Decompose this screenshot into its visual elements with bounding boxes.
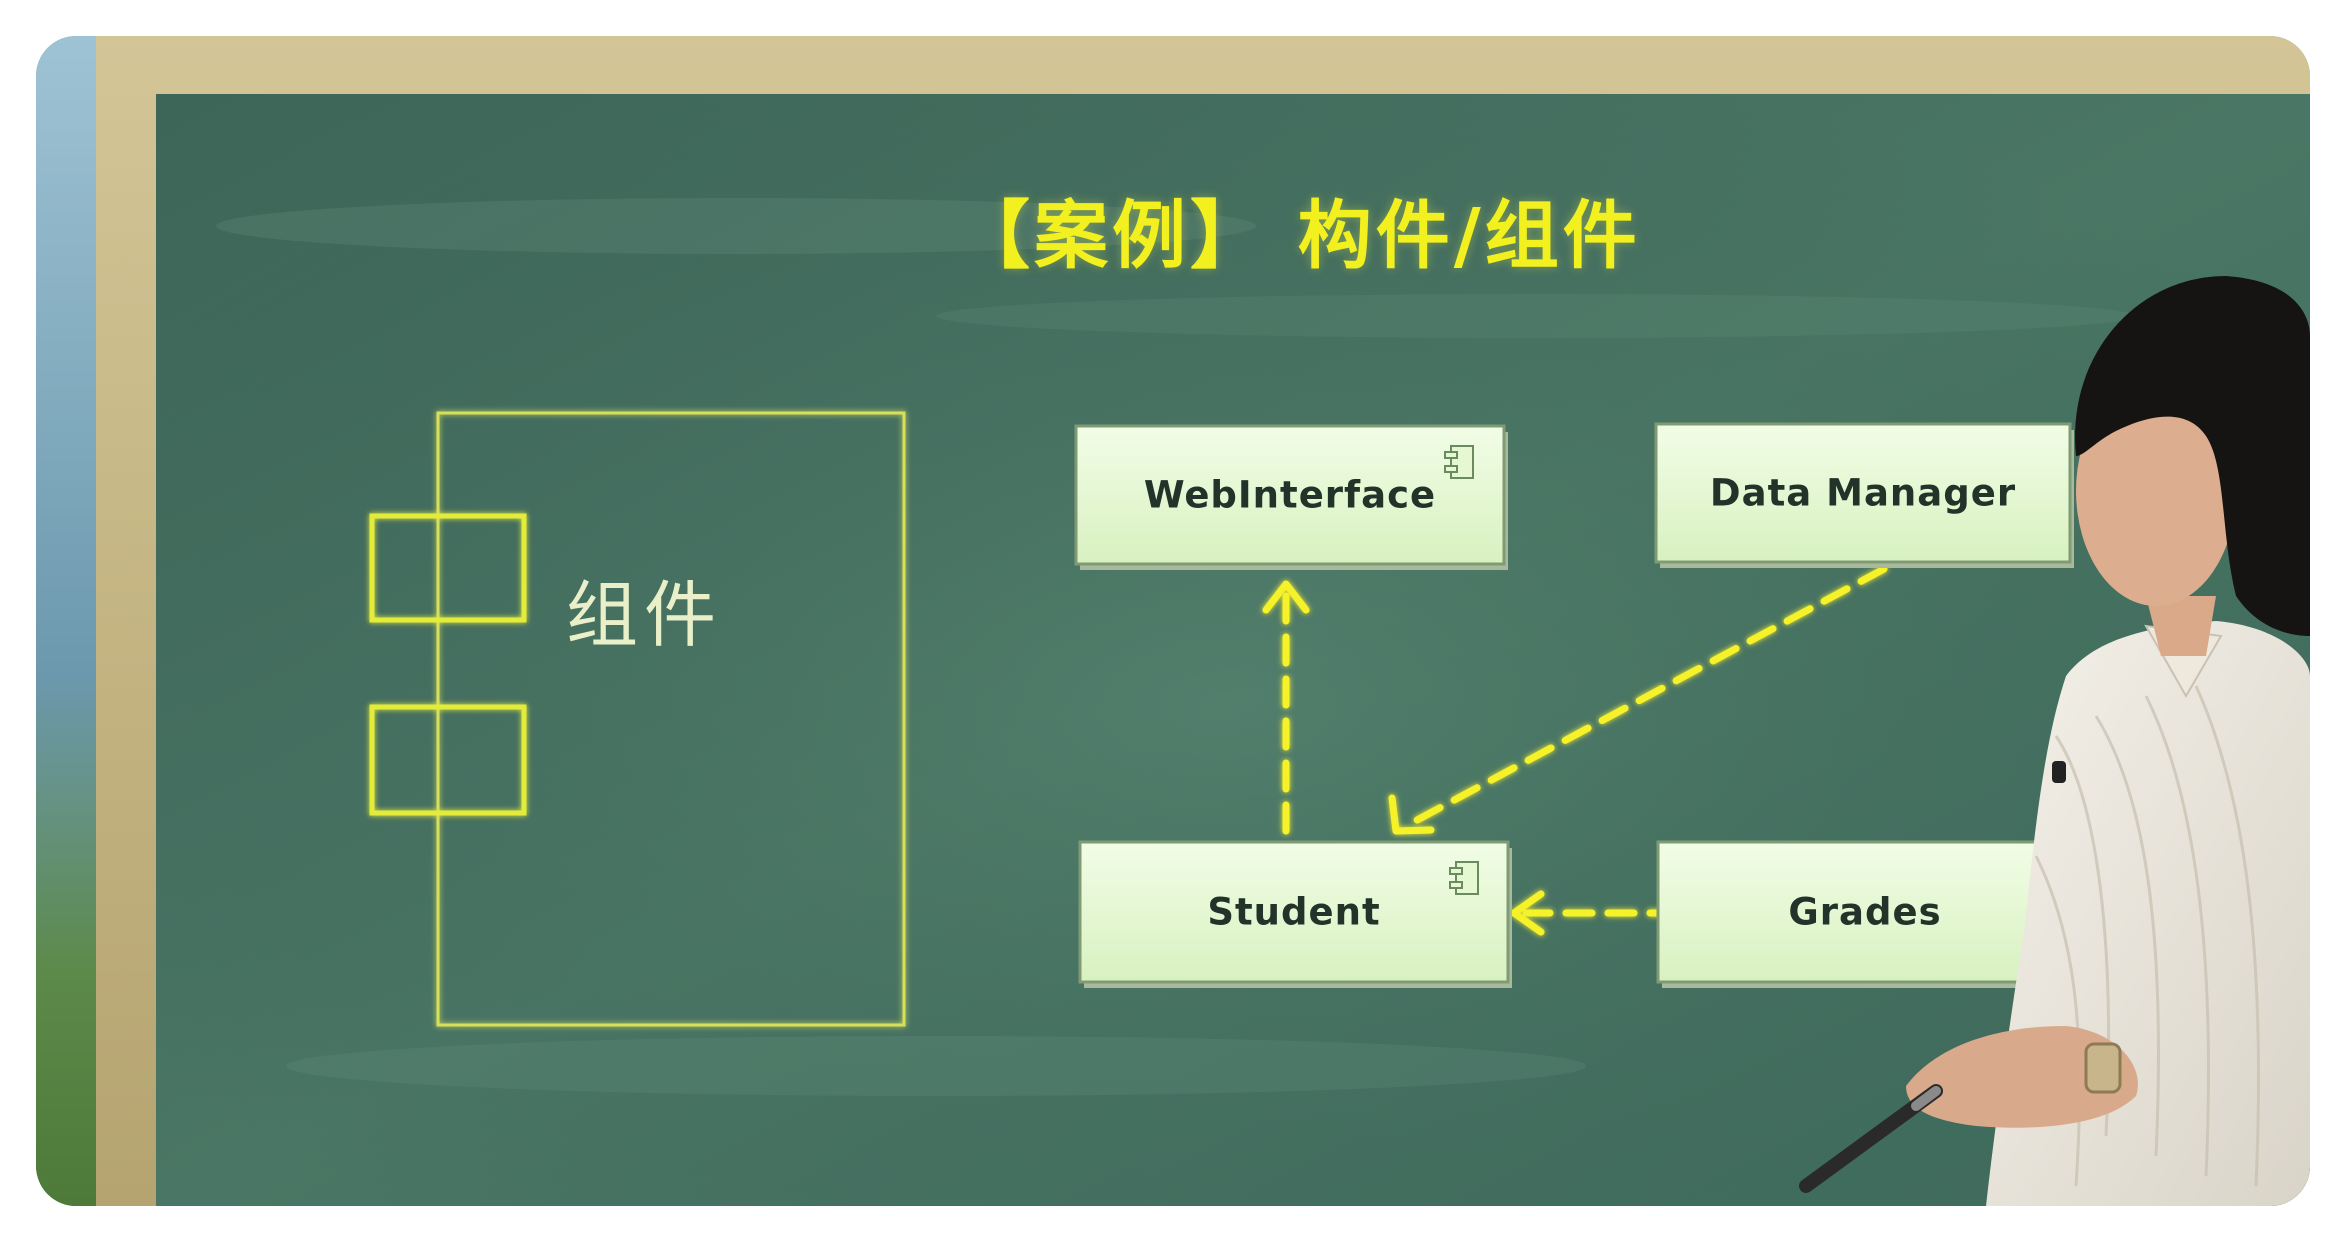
webinterface-box: WebInterface — [1076, 426, 1504, 564]
data-manager-box: Data Manager — [1656, 424, 2070, 562]
component-notation-label: 组件 — [566, 573, 723, 657]
grades-box: Grades — [1658, 842, 2072, 982]
board-title: 【案例】 构件/组件 — [956, 193, 1641, 279]
component-label-webinterface: WebInterface — [1143, 473, 1437, 517]
component-label-student: Student — [1207, 890, 1381, 934]
video-frame: 【案例】 构件/组件 组件 WebInterface Data Manager … — [36, 36, 2310, 1206]
component-label-grades: Grades — [1788, 890, 1942, 934]
student-box: Student — [1080, 842, 1508, 982]
component-label-data-manager: Data Manager — [1709, 471, 2017, 515]
